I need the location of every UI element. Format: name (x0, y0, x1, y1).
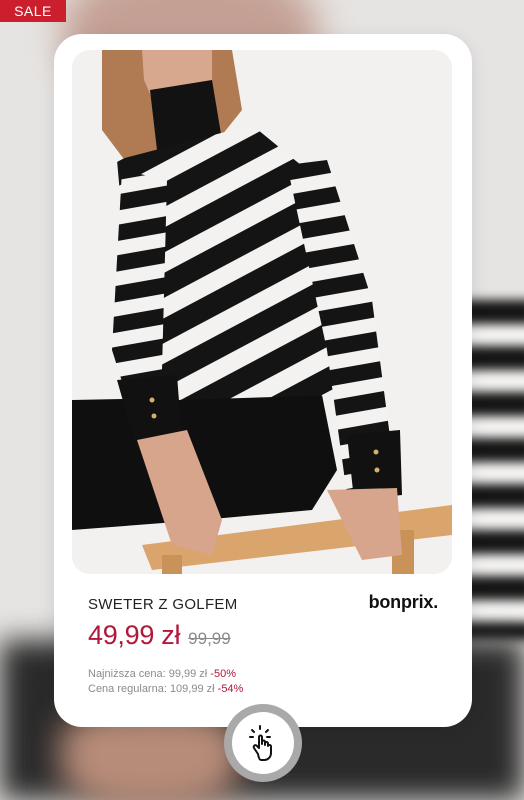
current-price: 49,99 zł (88, 620, 181, 650)
regular-price-discount: -54% (217, 683, 244, 695)
old-price: 99,99 (188, 629, 231, 648)
tap-button-inner[interactable] (232, 712, 294, 774)
lowest-price-label: Najniższa cena: 99,99 zł (88, 668, 208, 680)
brand-logo: bonprix. (368, 592, 439, 612)
price-info: Najniższa cena: 99,99 zł -50% Cena regul… (88, 667, 243, 697)
sale-badge: SALE (0, 0, 66, 22)
regular-price-line: Cena regularna: 109,99 zł -54% (88, 682, 243, 697)
product-photo (72, 50, 452, 574)
product-name[interactable]: SWETER Z GOLFEM (88, 596, 238, 613)
product-image[interactable] (72, 50, 452, 574)
tap-button[interactable] (224, 704, 302, 782)
price-row: 49,99 zł 99,99 (88, 620, 231, 651)
tap-hand-icon (249, 725, 272, 761)
product-card[interactable]: SWETER Z GOLFEM bonprix. 49,99 zł 99,99 … (54, 34, 472, 727)
regular-price-label: Cena regularna: 109,99 zł (88, 683, 215, 695)
lowest-price-line: Najniższa cena: 99,99 zł -50% (88, 667, 243, 682)
lowest-price-discount: -50% (210, 668, 236, 680)
